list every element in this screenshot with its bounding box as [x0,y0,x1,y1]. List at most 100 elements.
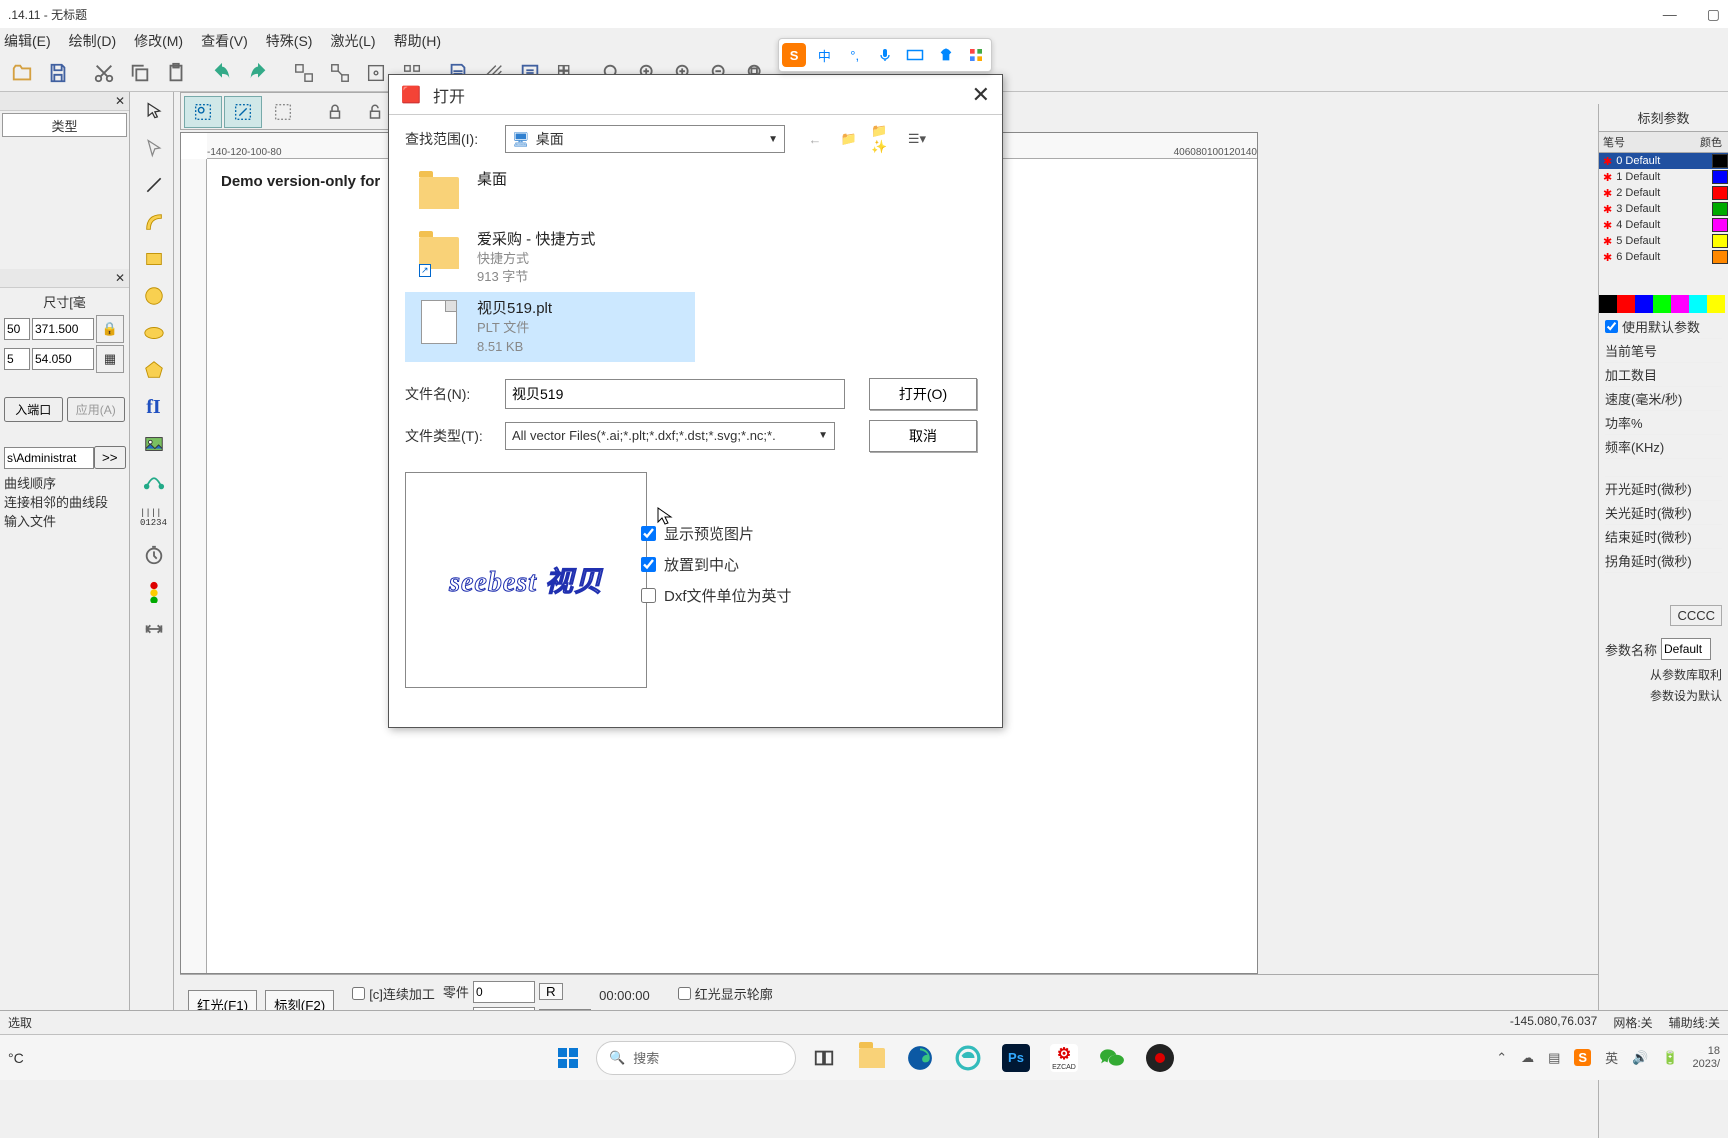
menu-modify[interactable]: 修改(M) [134,31,183,51]
filetype-combo[interactable]: All vector Files(*.ai;*.plt;*.dxf;*.dst;… [505,422,835,450]
adjacent-option[interactable]: 连接相邻的曲线段 [4,492,125,511]
polygon-tool-icon[interactable] [136,352,172,388]
pen-list[interactable]: ✱0 Default ✱1 Default ✱2 Default ✱3 Defa… [1599,153,1728,265]
close-panel-icon[interactable]: ✕ [115,271,125,285]
close-dialog-icon[interactable]: ✕ [972,82,990,108]
undo-icon[interactable] [206,57,238,89]
extend-tool-icon[interactable] [136,611,172,647]
lookin-combo[interactable]: 🖥 桌面 ▼ [505,125,785,153]
set-default-link[interactable]: 参数设为默认 [1599,685,1728,706]
nav-view-icon[interactable]: ☰▾ [905,127,929,151]
redo-icon[interactable] [242,57,274,89]
task-view-icon[interactable] [804,1038,844,1078]
copy-icon[interactable] [124,57,156,89]
tray-onedrive-icon[interactable]: ☁ [1521,1050,1534,1066]
ungroup-icon[interactable] [324,57,356,89]
line-tool-icon[interactable] [136,167,172,203]
tray-ime-icon[interactable]: S [1574,1049,1591,1066]
select-tool-icon[interactable] [136,93,172,129]
select-mode-1-icon[interactable] [184,96,222,128]
nav-back-icon[interactable]: ← [803,127,827,151]
file-item-shortcut[interactable]: ↗ 爱采购 - 快捷方式 快捷方式 913 字节 [405,223,986,292]
ime-tools-icon[interactable] [964,43,988,67]
nav-up-icon[interactable]: 📁 [837,127,861,151]
preview-checkbox[interactable] [641,526,656,541]
node-tool-icon[interactable] [136,130,172,166]
ime-punct-icon[interactable]: °, [843,43,867,67]
tray-battery-icon[interactable]: 🔋 [1662,1050,1678,1066]
menu-laser[interactable]: 激光(L) [330,31,375,51]
ie-icon[interactable] [948,1038,988,1078]
r-button[interactable]: R [539,983,563,1000]
minimize-icon[interactable]: — [1663,6,1677,23]
pen-row-4[interactable]: ✱4 Default [1599,217,1728,233]
ime-toolbar[interactable]: S 中 °, [778,38,992,72]
vector-tool-icon[interactable] [136,463,172,499]
array-icon[interactable]: ▦ [96,345,124,373]
close-panel-icon[interactable]: ✕ [115,94,125,108]
size-h-input[interactable] [32,348,94,370]
save-icon[interactable] [42,57,74,89]
from-library-link[interactable]: 从参数库取利 [1599,664,1728,685]
cccc-button[interactable]: CCCC [1670,605,1722,626]
file-item-desktop[interactable]: 桌面 [405,163,986,223]
lock-mode-icon[interactable] [316,96,354,128]
inch-checkbox[interactable] [641,588,656,603]
param-name-input[interactable] [1661,638,1711,660]
barcode-tool-icon[interactable]: ||||01234 [136,500,172,536]
center-checkbox[interactable] [641,557,656,572]
nav-new-icon[interactable]: 📁✨ [871,127,895,151]
record-icon[interactable] [1140,1038,1180,1078]
paste-icon[interactable] [160,57,192,89]
ime-voice-icon[interactable] [873,43,897,67]
input-file-option[interactable]: 输入文件 [4,511,125,530]
open-icon[interactable] [6,57,38,89]
text-tool-icon[interactable]: fI [136,389,172,425]
group-icon[interactable] [288,57,320,89]
wechat-icon[interactable] [1092,1038,1132,1078]
pen-row-2[interactable]: ✱2 Default [1599,185,1728,201]
ime-logo-icon[interactable]: S [782,43,806,67]
taskbar-search[interactable]: 🔍搜索 [596,1041,796,1075]
file-list[interactable]: 桌面 ↗ 爱采购 - 快捷方式 快捷方式 913 字节 视贝519.plt PL… [405,163,986,362]
rect-tool-icon[interactable] [136,241,172,277]
part-count-input[interactable] [473,981,535,1003]
cancel-button[interactable]: 取消 [869,420,977,452]
import-port-button[interactable]: 入端口 [4,397,63,422]
cut-icon[interactable] [88,57,120,89]
select-mode-3-icon[interactable] [264,96,302,128]
menu-help[interactable]: 帮助(H) [394,31,441,51]
photoshop-icon[interactable]: Ps [996,1038,1036,1078]
file-item-plt[interactable]: 视贝519.plt PLT 文件 8.51 KB [405,292,695,361]
tray-chevron-icon[interactable]: ⌃ [1496,1050,1507,1066]
pen-row-6[interactable]: ✱6 Default [1599,249,1728,265]
explorer-icon[interactable] [852,1038,892,1078]
use-default-checkbox[interactable] [1605,320,1618,333]
tray-card-icon[interactable]: ▤ [1548,1050,1560,1066]
windows-taskbar[interactable]: °C 🔍搜索 Ps ⚙EZCAD ⌃ ☁ ▤ S 英 🔊 🔋 18 2023/ [0,1034,1728,1080]
light-tool-icon[interactable] [136,574,172,610]
pen-row-3[interactable]: ✱3 Default [1599,201,1728,217]
pen-row-1[interactable]: ✱1 Default [1599,169,1728,185]
ime-keyboard-icon[interactable] [903,43,927,67]
admin-path-input[interactable] [4,447,94,469]
tray-time[interactable]: 18 [1692,1045,1720,1057]
more-button[interactable]: >> [94,446,126,469]
continuous-checkbox[interactable] [352,987,365,1000]
curve-tool-icon[interactable] [136,204,172,240]
pen-row-5[interactable]: ✱5 Default [1599,233,1728,249]
filename-input[interactable] [505,379,845,409]
size-x-input[interactable] [4,318,30,340]
ime-lang-icon[interactable]: 中 [812,43,836,67]
ezcad-taskbar-icon[interactable]: ⚙EZCAD [1044,1038,1084,1078]
edge-icon[interactable] [900,1038,940,1078]
open-button[interactable]: 打开(O) [869,378,977,410]
menu-special[interactable]: 特殊(S) [266,31,313,51]
curve-order-option[interactable]: 曲线顺序 [4,473,125,492]
start-button[interactable] [548,1038,588,1078]
menu-edit[interactable]: 编辑(E) [4,31,51,51]
circle-tool-icon[interactable] [136,278,172,314]
menu-draw[interactable]: 绘制(D) [69,31,116,51]
ellipse-tool-icon[interactable] [136,315,172,351]
image-tool-icon[interactable] [136,426,172,462]
